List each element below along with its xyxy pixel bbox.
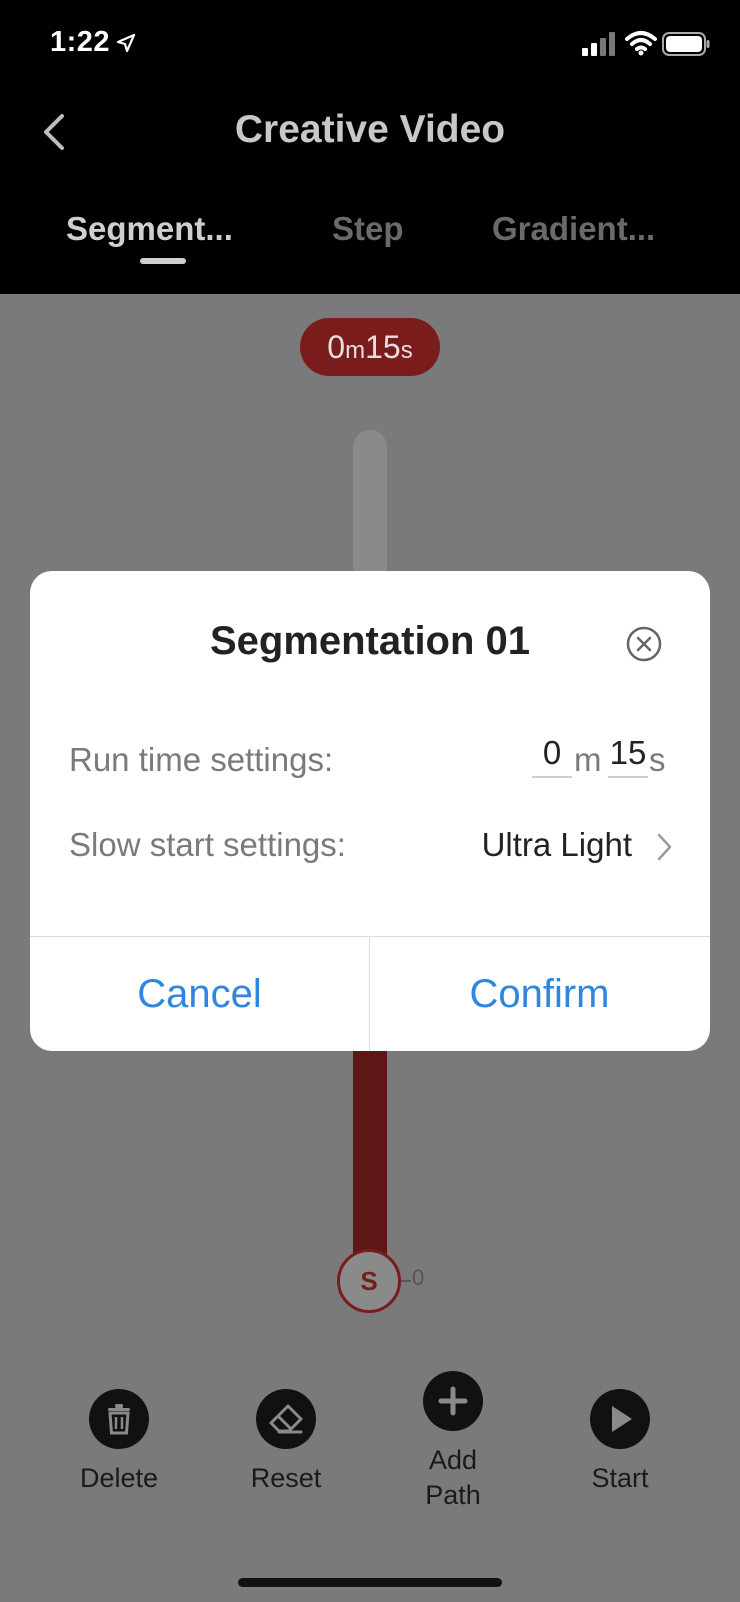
duration-seconds: 15 [365, 329, 401, 365]
plus-icon [438, 1386, 468, 1416]
dialog-title: Segmentation 01 [209, 619, 531, 663]
slow-start-label: Slow start settings: [69, 826, 346, 863]
cancel-button[interactable]: Cancel [30, 937, 369, 1051]
start-node-tick [401, 1280, 411, 1282]
run-time-seconds-input[interactable]: 15 [608, 734, 648, 778]
duration-m-unit: m [345, 337, 366, 364]
run-time-minutes-input[interactable]: 0 [532, 734, 572, 778]
status-bar: 1:22 [0, 0, 740, 90]
add-path-button[interactable]: Add Path [393, 1371, 513, 1511]
add-path-label-line2: Path [425, 1480, 481, 1510]
reset-label: Reset [250, 1463, 322, 1493]
top-bar: 1:22 Creative Video Segment... Step Grad… [0, 0, 740, 294]
reset-button[interactable]: Reset [226, 1389, 346, 1494]
play-icon [612, 1406, 632, 1432]
slow-start-value[interactable]: Ultra Light [482, 826, 632, 864]
wifi-icon [625, 31, 657, 56]
add-path-label-line1: Add [428, 1445, 478, 1475]
delete-icon-circle [89, 1389, 149, 1449]
start-icon-circle [590, 1389, 650, 1449]
duration-badge: 0m15s [300, 318, 440, 376]
delete-label: Delete [79, 1463, 159, 1493]
tab-gradient[interactable]: Gradient... [492, 210, 655, 248]
tab-bar: Segment... Step Gradient... [0, 200, 740, 294]
seconds-unit: s [649, 741, 666, 778]
duration-s-unit: s [400, 337, 413, 364]
page-title: Creative Video [234, 108, 506, 151]
run-time-label: Run time settings: [69, 741, 334, 778]
active-tab-indicator [140, 258, 186, 264]
eraser-icon [269, 1404, 303, 1434]
reset-icon-circle [256, 1389, 316, 1449]
chevron-right-icon[interactable] [654, 829, 674, 865]
tab-segment[interactable]: Segment... [66, 210, 233, 248]
cellular-signal-icon [582, 32, 615, 56]
duration-minutes: 0 [327, 329, 346, 365]
navigation-bar: Creative Video [0, 90, 740, 170]
trash-icon [108, 1404, 130, 1435]
home-indicator[interactable] [238, 1578, 502, 1587]
segmentation-dialog: Segmentation 01 Run time settings: 0 m 1… [30, 571, 710, 1051]
add-path-icon-circle [423, 1371, 483, 1431]
start-label: Start [591, 1463, 649, 1493]
confirm-button[interactable]: Confirm [370, 937, 709, 1051]
start-position-label: 0 [412, 1265, 425, 1290]
start-node[interactable]: S [337, 1249, 401, 1313]
location-arrow-icon [116, 33, 136, 53]
close-icon[interactable] [625, 625, 663, 663]
status-time: 1:22 [50, 26, 111, 58]
battery-icon [662, 32, 710, 56]
tab-step[interactable]: Step [332, 210, 404, 248]
delete-button[interactable]: Delete [59, 1389, 179, 1494]
start-button[interactable]: Start [560, 1389, 680, 1494]
minutes-unit: m [574, 741, 602, 778]
